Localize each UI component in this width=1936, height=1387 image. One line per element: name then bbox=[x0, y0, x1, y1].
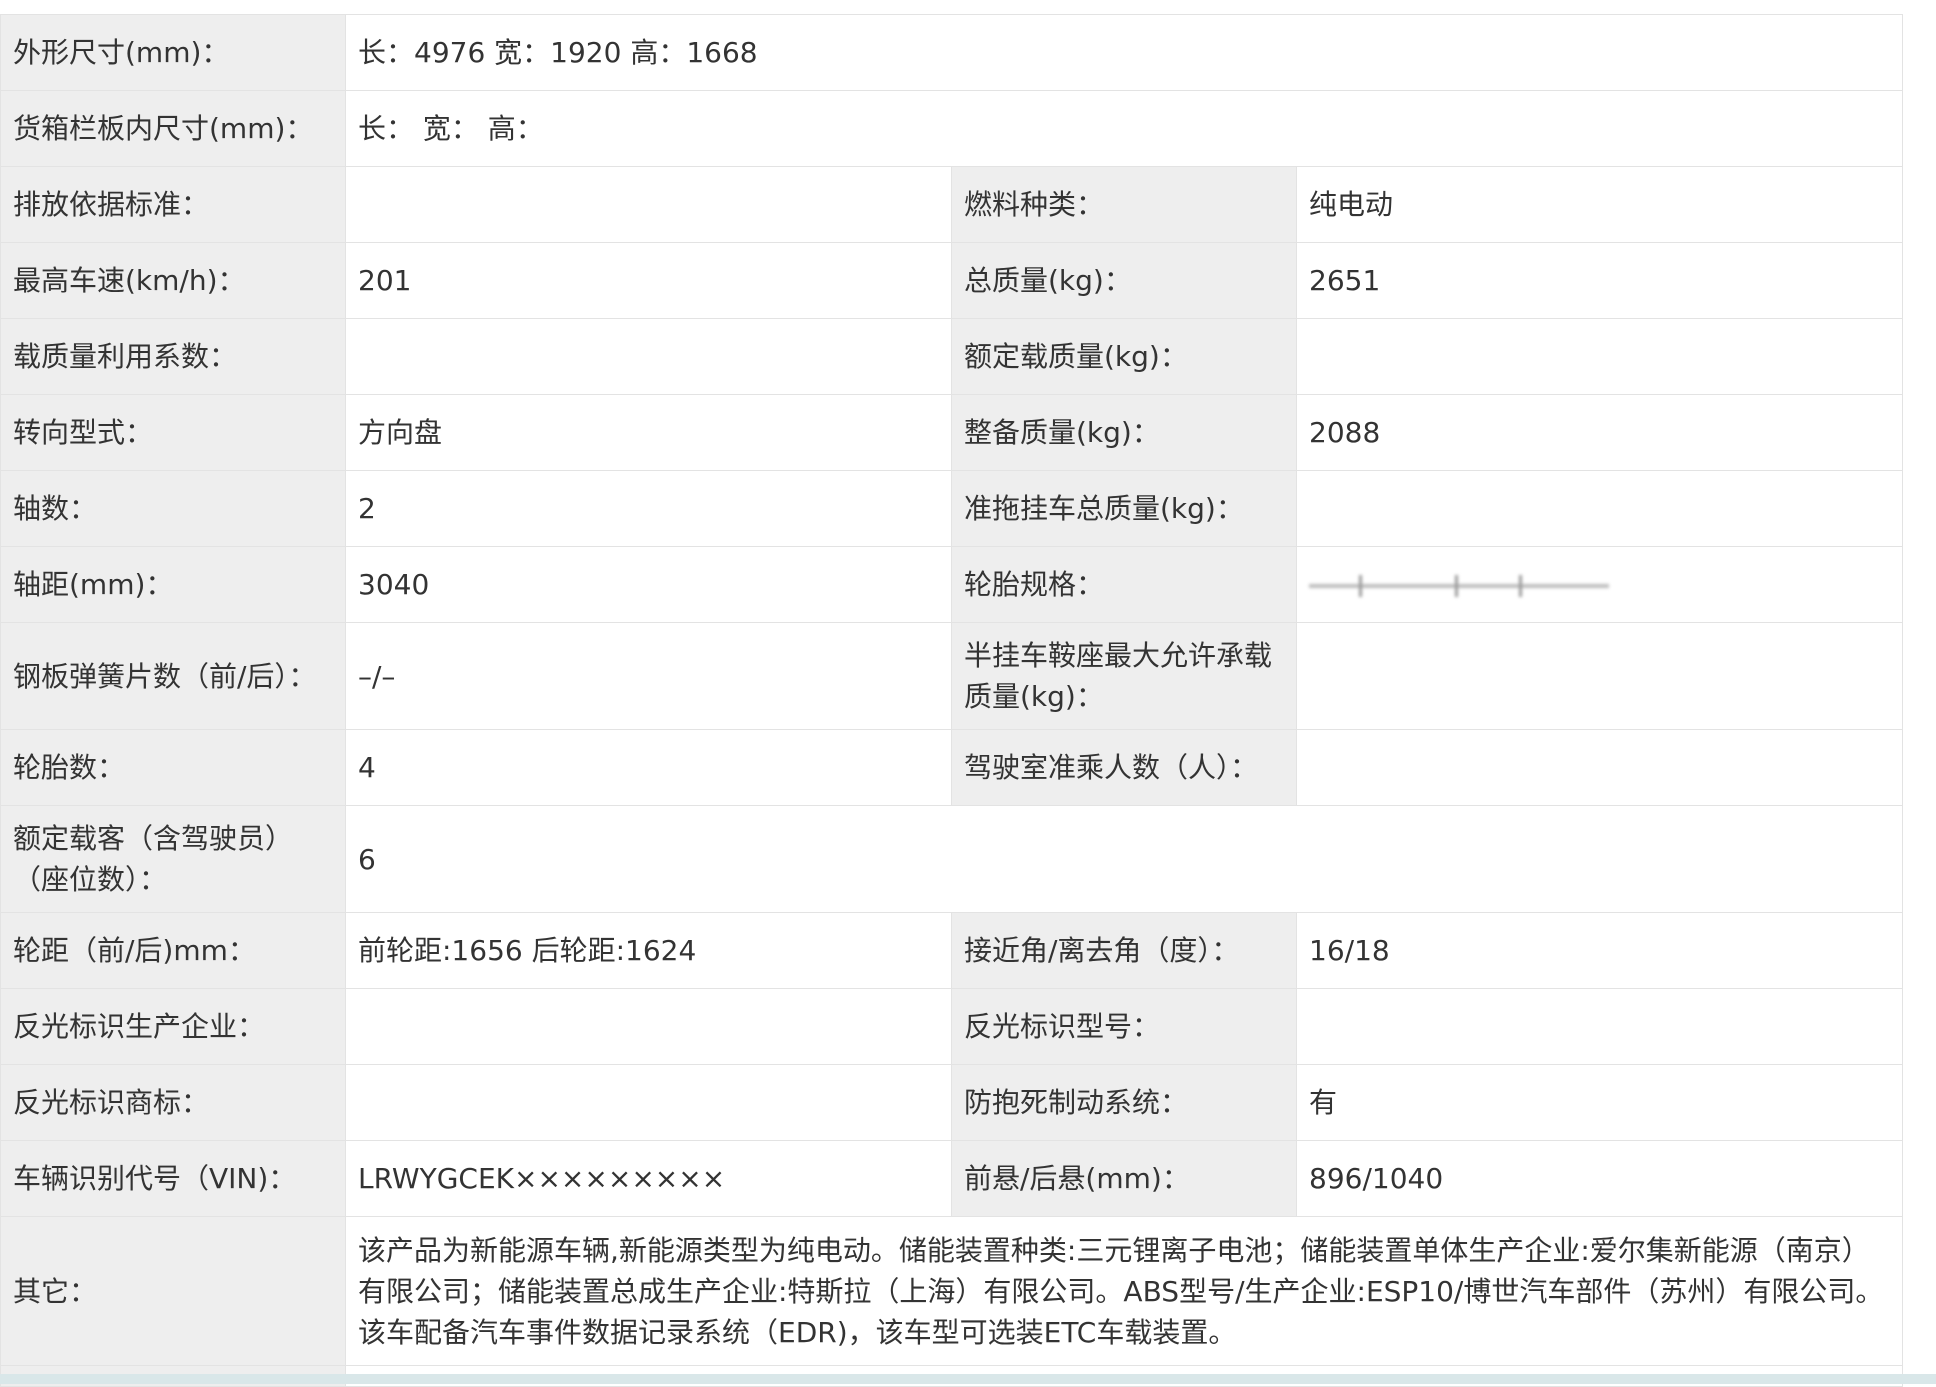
label-emission-standard: 排放依据标准： bbox=[0, 166, 346, 243]
value-wheelbase: 3040 bbox=[345, 546, 952, 623]
spec-row-cargo-box: 货箱栏板内尺寸(mm)： 长： 宽： 高： bbox=[0, 90, 1904, 167]
label-max-speed: 最高车速(km/h)： bbox=[0, 242, 346, 319]
label-reflector-brand: 反光标识商标： bbox=[0, 1064, 346, 1141]
value-cab-passengers bbox=[1295, 729, 1904, 806]
label-wheelbase: 轴距(mm)： bbox=[0, 546, 346, 623]
label-vin: 车辆识别代号（VIN)： bbox=[0, 1140, 346, 1217]
spec-row-load: 载质量利用系数： 额定载质量(kg)： bbox=[0, 318, 1904, 395]
value-gross-mass: 2651 bbox=[1295, 242, 1904, 319]
value-max-speed: 201 bbox=[345, 242, 952, 319]
value-load-mass-coef bbox=[345, 318, 952, 395]
label-rated-load: 额定载质量(kg)： bbox=[951, 318, 1297, 395]
label-leaf-springs: 钢板弹簧片数（前/后）： bbox=[0, 622, 346, 730]
spec-row-reflector: 反光标识生产企业： 反光标识型号： bbox=[0, 988, 1904, 1065]
spec-row-brand-abs: 反光标识商标： 防抱死制动系统： 有 bbox=[0, 1064, 1904, 1141]
label-saddle-load: 半挂车鞍座最大允许承载质量(kg)： bbox=[951, 622, 1297, 730]
spec-row-emission-fuel: 排放依据标准： 燃料种类： 纯电动 bbox=[0, 166, 1904, 243]
value-overhang: 896/1040 bbox=[1295, 1140, 1904, 1217]
value-axles: 2 bbox=[345, 470, 952, 547]
label-tire-spec: 轮胎规格： bbox=[951, 546, 1297, 623]
value-curb-mass: 2088 bbox=[1295, 394, 1904, 471]
spec-row-springs-saddle: 钢板弹簧片数（前/后）： –/– 半挂车鞍座最大允许承载质量(kg)： bbox=[0, 622, 1904, 730]
spec-row-wheelbase-tire: 轴距(mm)： 3040 轮胎规格： bbox=[0, 546, 1904, 623]
value-rated-passengers: 6 bbox=[344, 805, 1904, 913]
value-steering: 方向盘 bbox=[345, 394, 952, 471]
value-vin: LRWYGCEK××××××××× bbox=[345, 1140, 952, 1217]
spec-row-other: 其它： 该产品为新能源车辆,新能源类型为纯电动。储能装置种类:三元锂离子电池；储… bbox=[0, 1216, 1904, 1366]
value-cargo-box: 长： 宽： 高： bbox=[344, 90, 1904, 167]
label-load-mass-coef: 载质量利用系数： bbox=[0, 318, 346, 395]
value-saddle-load bbox=[1295, 622, 1904, 730]
blurred-tire-spec bbox=[1309, 575, 1609, 597]
spec-row-axles-trailer: 轴数： 2 准拖挂车总质量(kg)： bbox=[0, 470, 1904, 547]
spec-row-vin-overhang: 车辆识别代号（VIN)： LRWYGCEK××××××××× 前悬/后悬(mm)… bbox=[0, 1140, 1904, 1217]
spec-row-dimensions: 外形尺寸(mm)： 长：4976 宽：1920 高：1668 bbox=[0, 14, 1904, 91]
value-track: 前轮距:1656 后轮距:1624 bbox=[345, 912, 952, 989]
value-abs: 有 bbox=[1295, 1064, 1904, 1141]
label-curb-mass: 整备质量(kg)： bbox=[951, 394, 1297, 471]
spec-row-rated-passengers: 额定载客（含驾驶员）（座位数）： 6 bbox=[0, 805, 1904, 913]
label-trailer-mass: 准拖挂车总质量(kg)： bbox=[951, 470, 1297, 547]
value-reflector-brand bbox=[345, 1064, 952, 1141]
label-reflector-model: 反光标识型号： bbox=[951, 988, 1297, 1065]
value-fuel-type: 纯电动 bbox=[1295, 166, 1904, 243]
value-approach-departure: 16/18 bbox=[1295, 912, 1904, 989]
label-steering: 转向型式： bbox=[0, 394, 346, 471]
value-leaf-springs: –/– bbox=[345, 622, 952, 730]
label-cargo-box: 货箱栏板内尺寸(mm)： bbox=[0, 90, 346, 167]
value-other: 该产品为新能源车辆,新能源类型为纯电动。储能装置种类:三元锂离子电池；储能装置单… bbox=[344, 1216, 1904, 1366]
spec-row-speed-mass: 最高车速(km/h)： 201 总质量(kg)： 2651 bbox=[0, 242, 1904, 319]
label-axles: 轴数： bbox=[0, 470, 346, 547]
label-tire-count: 轮胎数： bbox=[0, 729, 346, 806]
label-rated-passengers: 额定载客（含驾驶员）（座位数）： bbox=[0, 805, 346, 913]
value-reflector-maker bbox=[345, 988, 952, 1065]
label-other: 其它： bbox=[0, 1216, 346, 1366]
value-tire-count: 4 bbox=[345, 729, 952, 806]
value-dimensions: 长：4976 宽：1920 高：1668 bbox=[344, 14, 1904, 91]
spec-row-steering-curb: 转向型式： 方向盘 整备质量(kg)： 2088 bbox=[0, 394, 1904, 471]
value-tire-spec bbox=[1295, 546, 1904, 623]
value-emission-standard bbox=[345, 166, 952, 243]
label-fuel-type: 燃料种类： bbox=[951, 166, 1297, 243]
value-reflector-model bbox=[1295, 988, 1904, 1065]
bottom-scroll-strip bbox=[0, 1374, 1936, 1384]
value-rated-load bbox=[1295, 318, 1904, 395]
label-gross-mass: 总质量(kg)： bbox=[951, 242, 1297, 319]
spec-row-track-angles: 轮距（前/后)mm： 前轮距:1656 后轮距:1624 接近角/离去角（度）：… bbox=[0, 912, 1904, 989]
label-cab-passengers: 驾驶室准乘人数（人）： bbox=[951, 729, 1297, 806]
vehicle-spec-table: 外形尺寸(mm)： 长：4976 宽：1920 高：1668 货箱栏板内尺寸(m… bbox=[0, 14, 1904, 1387]
label-dimensions: 外形尺寸(mm)： bbox=[0, 14, 346, 91]
label-reflector-maker: 反光标识生产企业： bbox=[0, 988, 346, 1065]
label-track: 轮距（前/后)mm： bbox=[0, 912, 346, 989]
label-abs: 防抱死制动系统： bbox=[951, 1064, 1297, 1141]
spec-row-tires-cab: 轮胎数： 4 驾驶室准乘人数（人）： bbox=[0, 729, 1904, 806]
label-overhang: 前悬/后悬(mm)： bbox=[951, 1140, 1297, 1217]
label-approach-departure: 接近角/离去角（度）： bbox=[951, 912, 1297, 989]
value-trailer-mass bbox=[1295, 470, 1904, 547]
